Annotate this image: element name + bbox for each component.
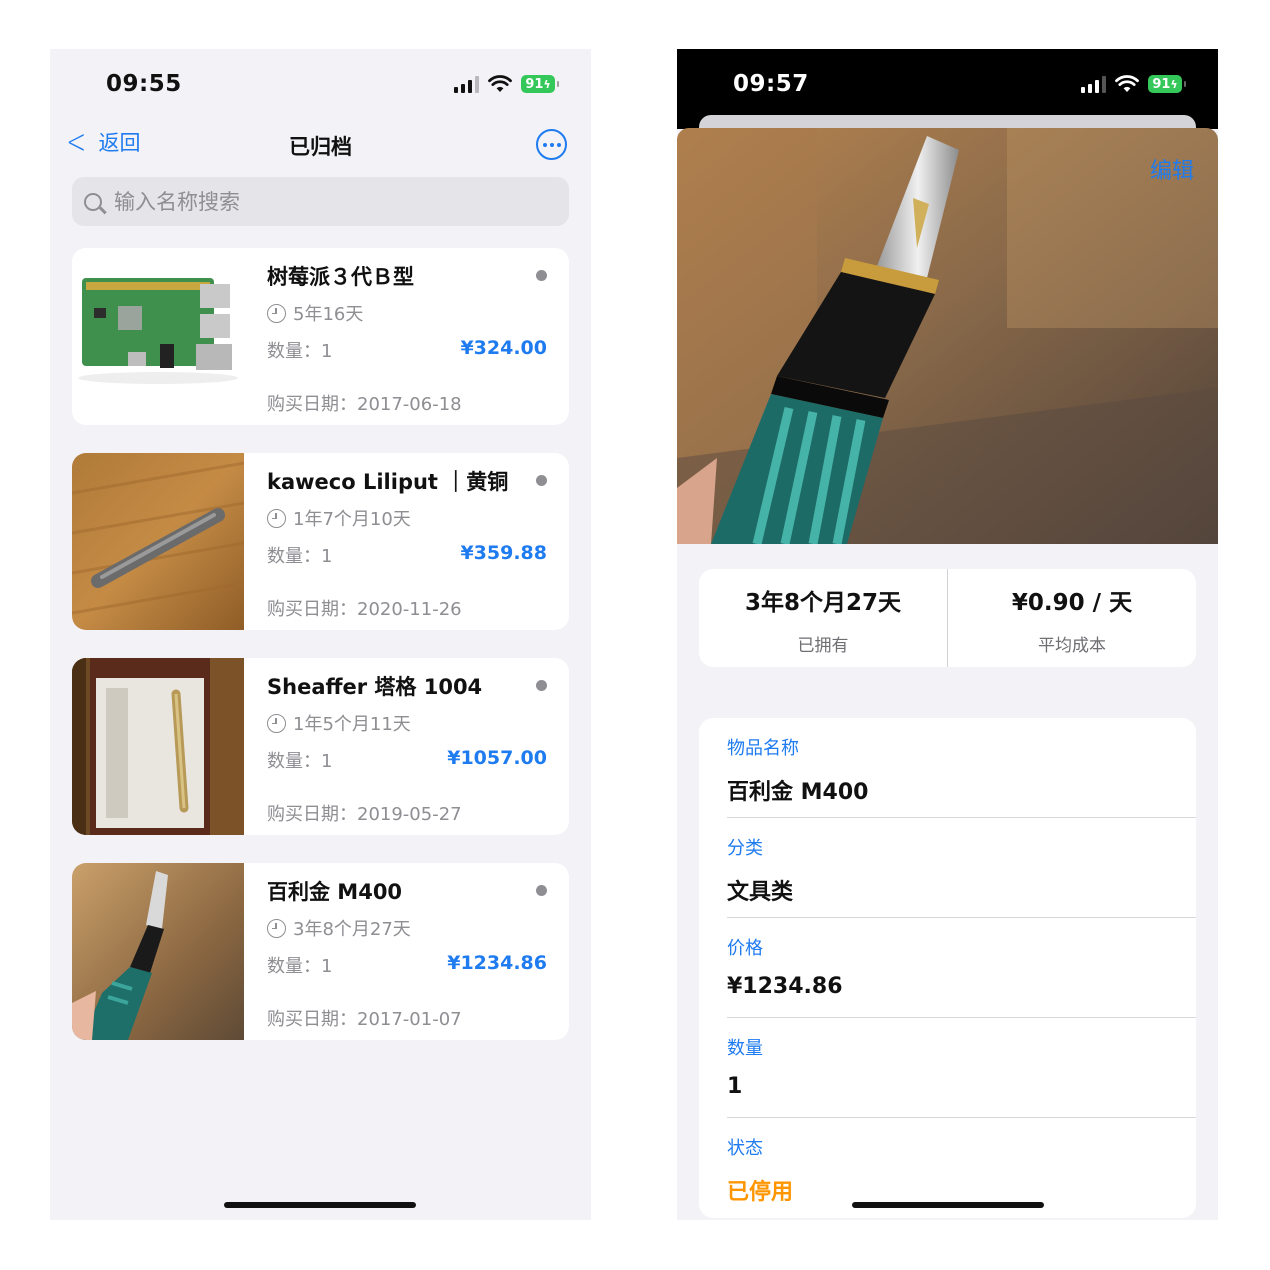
item-price: ¥1057.00	[447, 747, 547, 769]
charging-bolt-icon: ϟ	[543, 77, 551, 91]
ellipsis-icon	[542, 142, 547, 147]
detail-label: 数量	[727, 1038, 763, 1059]
duration-text: 1年7个月10天	[293, 509, 411, 530]
detail-label: 价格	[727, 938, 763, 959]
item-quantity: 数量：1	[267, 956, 333, 977]
item-purchase-date: 购买日期：2020-11-26	[267, 599, 462, 620]
item-price: ¥1234.86	[447, 952, 547, 974]
home-indicator[interactable]	[224, 1202, 416, 1208]
item-thumbnail	[72, 248, 244, 425]
status-icons: 91 ϟ	[454, 75, 559, 93]
wifi-icon	[488, 75, 512, 92]
item-purchase-date: 购买日期：2017-01-07	[267, 1009, 462, 1030]
item-price: ¥324.00	[460, 337, 547, 359]
status-time: 09:55	[106, 71, 182, 97]
owned-duration-label: 已拥有	[797, 636, 849, 656]
ellipsis-dot	[556, 142, 561, 147]
list-item[interactable]: 树莓派３代Ｂ型 5年16天 数量：1 ¥324.00 购买日期：2017-06-…	[72, 248, 569, 425]
status-dot	[536, 270, 547, 281]
item-name: Sheaffer 塔格 1004	[267, 675, 483, 699]
detail-label: 状态	[727, 1138, 763, 1159]
detail-label: 分类	[727, 838, 763, 859]
item-quantity: 数量：1	[267, 341, 333, 362]
usage-stats-card: 3年8个月27天 已拥有 ¥0.90 / 天 平均成本	[699, 569, 1196, 667]
search-bar	[72, 177, 569, 226]
average-cost-stat: ¥0.90 / 天 平均成本	[947, 569, 1196, 667]
detail-row-price[interactable]: 价格 ¥1234.86	[727, 918, 1196, 1018]
cellular-signal-icon	[1081, 75, 1106, 93]
list-item[interactable]: kaweco Liliput ｜黄铜 1年7个月10天 数量：1 ¥359.88…	[72, 453, 569, 630]
item-detail-screen: 09:57 91 ϟ 编辑 3年8个月27天 已拥有 ¥0.90 / 天 平均成…	[677, 49, 1218, 1220]
item-purchase-date: 购买日期：2017-06-18	[267, 394, 462, 415]
status-dot	[536, 885, 547, 896]
battery-icon: 91 ϟ	[521, 75, 559, 93]
item-details-card: 物品名称 百利金 M400 分类 文具类 价格 ¥1234.86 数量 1 状态…	[699, 718, 1196, 1218]
navigation-bar: < 返回 已归档	[50, 123, 591, 169]
item-quantity: 数量：1	[267, 546, 333, 567]
item-duration: 3年8个月27天	[267, 915, 411, 941]
owned-duration-stat: 3年8个月27天 已拥有	[699, 569, 947, 667]
search-input[interactable]	[114, 189, 534, 214]
more-options-button[interactable]	[536, 129, 567, 160]
detail-value: 1	[727, 1074, 743, 1099]
page-title: 已归档	[289, 135, 352, 159]
battery-level: 91	[525, 76, 544, 92]
item-name: kaweco Liliput ｜黄铜	[267, 470, 509, 494]
detail-row-quantity[interactable]: 数量 1	[727, 1018, 1196, 1118]
duration-text: 5年16天	[293, 304, 364, 325]
item-price: ¥359.88	[460, 542, 547, 564]
duration-text: 1年5个月11天	[293, 714, 411, 735]
ellipsis-dot	[549, 142, 554, 147]
clock-icon	[267, 918, 286, 938]
item-purchase-date: 购买日期：2019-05-27	[267, 804, 462, 825]
home-indicator[interactable]	[852, 1202, 1044, 1208]
clock-icon	[267, 713, 286, 733]
status-dot	[536, 680, 547, 691]
status-time: 09:57	[733, 71, 809, 97]
duration-text: 3年8个月27天	[293, 919, 411, 940]
item-photo	[677, 128, 1218, 544]
detail-value: 百利金 M400	[727, 780, 869, 805]
item-thumbnail	[72, 453, 244, 630]
owned-duration-value: 3年8个月27天	[744, 590, 901, 616]
list-item[interactable]: 百利金 M400 3年8个月27天 数量：1 ¥1234.86 购买日期：201…	[72, 863, 569, 1040]
item-thumbnail	[72, 658, 244, 835]
wifi-icon	[1115, 75, 1139, 92]
edit-button[interactable]: 编辑	[1150, 153, 1194, 185]
status-dot	[536, 475, 547, 486]
detail-row-name[interactable]: 物品名称 百利金 M400	[727, 718, 1196, 818]
battery-level: 91	[1152, 76, 1171, 92]
detail-row-category[interactable]: 分类 文具类	[727, 818, 1196, 918]
cellular-signal-icon	[454, 75, 479, 93]
clock-icon	[267, 508, 286, 528]
detail-label: 物品名称	[727, 738, 799, 759]
search-icon	[84, 192, 102, 211]
average-cost-value: ¥0.90 / 天	[1011, 590, 1133, 616]
item-name: 百利金 M400	[267, 880, 403, 904]
status-value: 已停用	[727, 1180, 794, 1205]
battery-icon: 91 ϟ	[1148, 75, 1186, 93]
archived-list-screen: 09:55 91 ϟ < 返回 已归档 输入名称搜索 树莓派３代Ｂ型 5年16天…	[50, 49, 591, 1220]
clock-icon	[267, 303, 286, 323]
item-duration: 1年5个月11天	[267, 710, 411, 736]
average-cost-label: 平均成本	[1038, 636, 1106, 656]
charging-bolt-icon: ϟ	[1170, 77, 1178, 91]
detail-value: 文具类	[727, 880, 794, 905]
item-quantity: 数量：1	[267, 751, 333, 772]
item-thumbnail	[72, 863, 244, 1040]
status-icons: 91 ϟ	[1081, 75, 1186, 93]
item-name: 树莓派３代Ｂ型	[267, 265, 414, 289]
list-item[interactable]: Sheaffer 塔格 1004 1年5个月11天 数量：1 ¥1057.00 …	[72, 658, 569, 835]
item-duration: 5年16天	[267, 300, 363, 326]
status-bar: 09:55 91 ϟ	[50, 49, 591, 123]
detail-value: ¥1234.86	[727, 974, 843, 999]
item-duration: 1年7个月10天	[267, 505, 411, 531]
